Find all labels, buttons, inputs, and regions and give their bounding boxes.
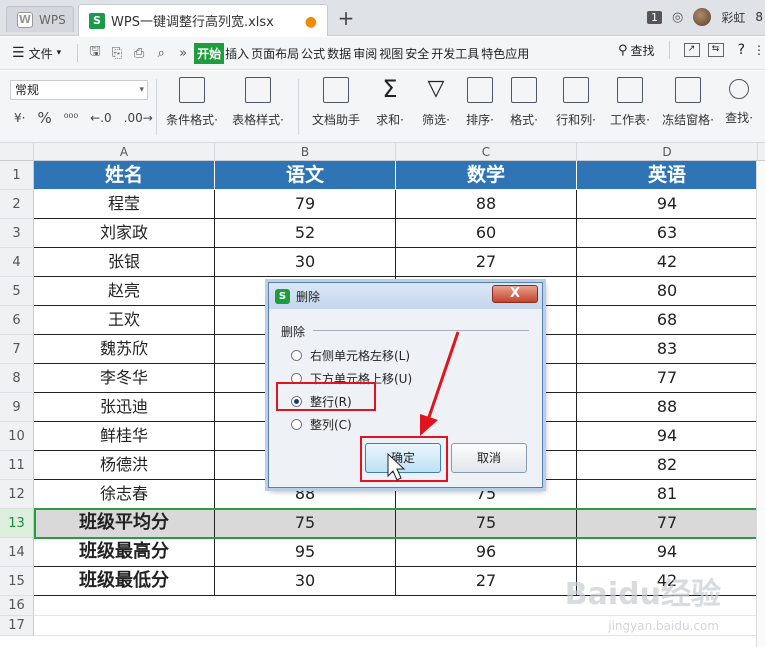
watermark-brand: Baidu经验 [564,577,721,612]
arrow-shaft [426,331,460,421]
arrow-head [420,414,438,436]
watermark-url: jingyan.baidu.com [608,619,719,633]
annotation-arrow [387,331,460,481]
mouse-cursor-icon [387,452,406,481]
